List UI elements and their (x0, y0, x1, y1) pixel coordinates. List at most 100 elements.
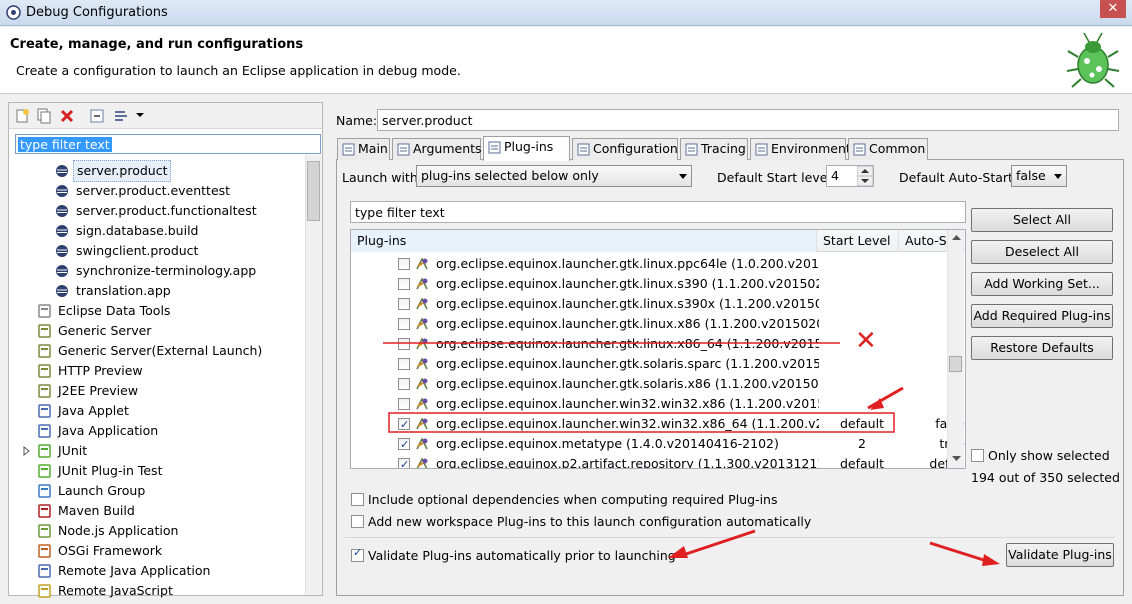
plugin-checkbox[interactable] (398, 258, 410, 270)
plugin-checkbox[interactable] (398, 415, 410, 435)
plugin-icon (415, 457, 429, 468)
osgi-icon (37, 544, 52, 558)
tab-tracing[interactable]: Tracing (680, 138, 748, 160)
plugin-checkbox[interactable] (398, 278, 410, 290)
table-row[interactable]: org.eclipse.equinox.launcher.gtk.linux.p… (351, 254, 951, 274)
col-start-level[interactable]: Start Level (817, 230, 899, 252)
eclipse-product-icon (55, 204, 70, 218)
plugin-icon (415, 417, 429, 431)
plugin-checkbox[interactable] (398, 378, 410, 390)
plugin-filter-input[interactable]: type filter text (350, 201, 966, 223)
chevron-down-icon[interactable] (952, 456, 961, 462)
tree-item-label: Node.js Application (58, 523, 179, 538)
junit-plugin-icon (37, 464, 52, 478)
tab-label: Environment (771, 141, 851, 156)
table-row[interactable]: org.eclipse.equinox.metatype (1.4.0.v201… (351, 434, 965, 455)
tree-item-label: server.product.eventtest (76, 183, 231, 198)
collapse-all-icon[interactable] (89, 108, 105, 124)
plugin-checkbox[interactable] (398, 358, 410, 370)
include-optional-checkbox[interactable] (351, 493, 364, 506)
tree-item-label: Remote Java Application (58, 563, 211, 578)
col-plugins[interactable]: Plug-ins (351, 230, 817, 252)
plugin-icon (415, 257, 429, 271)
tree-scrollbar-thumb[interactable] (307, 161, 320, 221)
start-level-label: Default Start level: (717, 170, 836, 185)
chevron-down-icon[interactable] (135, 110, 151, 126)
tab-label: Configuration (593, 141, 678, 156)
plugin-name: org.eclipse.equinox.p2.artifact.reposito… (436, 456, 819, 469)
validate-plugins-button[interactable]: Validate Plug-ins (1006, 543, 1114, 567)
remote-java-icon (37, 564, 52, 578)
server-icon (37, 384, 52, 398)
eclipse-product-icon (55, 264, 70, 278)
plugin-start-level[interactable]: default (821, 454, 903, 468)
plugin-icon (415, 277, 429, 291)
select-all-button[interactable]: Select All (971, 208, 1113, 232)
only-show-selected-checkbox[interactable] (971, 449, 984, 462)
tree-item-label: swingclient.product (76, 243, 199, 258)
plugin-checkbox[interactable] (398, 455, 410, 468)
table-row[interactable]: org.eclipse.equinox.launcher.win32.win32… (351, 394, 951, 414)
add-required-plugins-button[interactable]: Add Required Plug-ins (971, 304, 1113, 328)
validate-auto-checkbox[interactable] (351, 546, 364, 562)
restore-defaults-button[interactable]: Restore Defaults (971, 336, 1113, 360)
name-input[interactable]: server.product (377, 109, 1119, 131)
add-new-workspace-checkbox[interactable] (351, 515, 364, 528)
add-working-set-button[interactable]: Add Working Set... (971, 272, 1113, 296)
table-row[interactable]: org.eclipse.equinox.launcher.gtk.solaris… (351, 374, 951, 394)
close-button[interactable]: ✕ (1100, 0, 1126, 18)
plugin-name: org.eclipse.equinox.launcher.gtk.linux.x… (436, 336, 819, 351)
chevron-up-icon[interactable] (952, 234, 961, 240)
server-icon (37, 344, 52, 358)
auto-start-dropdown[interactable]: false (1011, 165, 1067, 187)
table-row[interactable]: org.eclipse.equinox.launcher.gtk.solaris… (351, 354, 951, 374)
new-config-icon[interactable] (14, 108, 30, 124)
plugin-start-level[interactable]: default (821, 414, 903, 434)
tree-item-label: Generic Server(External Launch) (58, 343, 263, 358)
plugin-checkbox[interactable] (398, 318, 410, 330)
tree-item-label: Eclipse Data Tools (58, 303, 171, 318)
chevron-down-icon (679, 174, 687, 179)
table-row[interactable]: org.eclipse.equinox.launcher.gtk.linux.s… (351, 274, 951, 294)
deselect-all-button[interactable]: Deselect All (971, 240, 1113, 264)
plugin-start-level[interactable]: 2 (821, 434, 903, 454)
spinner-arrows-icon[interactable] (857, 166, 873, 186)
tab-plugins[interactable]: Plug-ins (483, 136, 570, 161)
col-auto-start[interactable]: Auto-St (899, 230, 949, 252)
dialog-title: Create, manage, and run configurations (10, 37, 304, 52)
tab-common[interactable]: Common (848, 138, 928, 160)
separator (345, 537, 1115, 538)
duplicate-icon[interactable] (36, 108, 52, 124)
launch-with-dropdown[interactable]: plug-ins selected below only (416, 165, 692, 187)
tree-filter-input[interactable]: type filter text (15, 134, 321, 154)
filter-icon[interactable] (113, 108, 129, 124)
delete-icon[interactable] (59, 108, 75, 124)
expand-arrow-icon[interactable] (23, 441, 31, 461)
tree-item-label: sign.database.build (76, 223, 199, 238)
table-row[interactable]: org.eclipse.equinox.launcher.gtk.linux.s… (351, 294, 951, 314)
plugin-checkbox[interactable] (398, 338, 410, 350)
tab-configuration[interactable]: Configuration (572, 138, 678, 160)
plugin-checkbox[interactable] (398, 435, 410, 455)
plugin-name: org.eclipse.equinox.metatype (1.4.0.v201… (436, 436, 779, 451)
tab-main[interactable]: Main (337, 138, 390, 160)
tab-label: Plug-ins (504, 139, 554, 154)
tree-item-label: Launch Group (58, 483, 146, 498)
table-scrollbar[interactable] (947, 230, 964, 468)
tab-environment[interactable]: Environment (750, 138, 851, 160)
plugin-name: org.eclipse.equinox.launcher.gtk.linux.x… (436, 316, 819, 331)
plugin-checkbox[interactable] (398, 298, 410, 310)
title-bar: Debug Configurations ✕ (0, 0, 1132, 26)
eclipse-product-icon (55, 244, 70, 258)
tree-scrollbar[interactable] (305, 155, 322, 595)
plugin-icon (415, 337, 429, 351)
table-row[interactable]: org.eclipse.equinox.launcher.win32.win32… (351, 414, 965, 435)
tab-arguments[interactable]: Arguments (392, 138, 482, 160)
table-scrollbar-thumb[interactable] (949, 356, 962, 372)
start-level-spinner[interactable]: 4 (826, 165, 874, 187)
server-icon (37, 324, 52, 338)
plugin-checkbox[interactable] (398, 398, 410, 410)
tree-item-label: synchronize-terminology.app (76, 263, 257, 278)
table-row[interactable]: org.eclipse.equinox.p2.artifact.reposito… (351, 454, 965, 469)
tab-icon (853, 142, 866, 156)
